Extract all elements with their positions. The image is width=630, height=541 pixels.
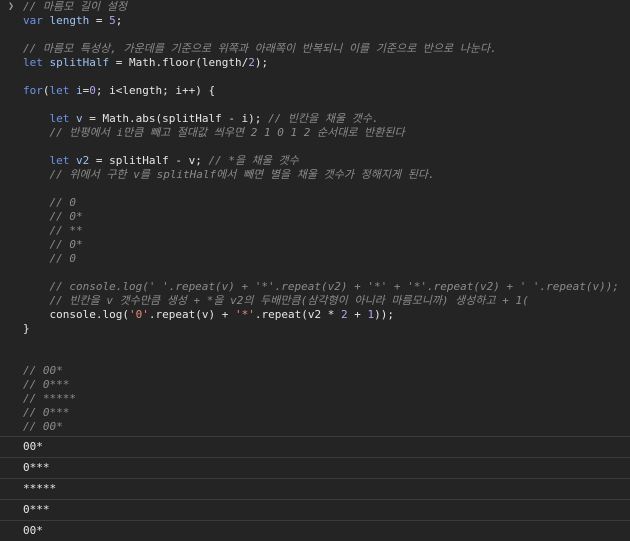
- code-token: =: [89, 14, 110, 27]
- code-line: // **: [23, 224, 83, 238]
- code-token: floor: [162, 56, 196, 69]
- code-token: // 0*: [23, 238, 83, 251]
- code-token: // 마름모 길이 설정: [23, 0, 127, 13]
- code-token: repeat: [155, 308, 196, 321]
- code-line: // 빈칸을 v 갯수만큼 생성 + *을 v2의 두배만큼(삼각형이 아니라 …: [23, 294, 529, 308]
- code-token: i: [76, 84, 83, 97]
- code-token: );: [254, 56, 269, 69]
- console-output-row: 00*: [0, 436, 630, 457]
- code-line: // console.log(' '.repeat(v) + '*'.repea…: [23, 280, 619, 294]
- code-token: splitHalf: [49, 56, 110, 69]
- code-token: 2: [340, 308, 348, 321]
- code-token: // 0***: [23, 378, 70, 391]
- console-output-row: 0***: [0, 457, 630, 478]
- code-token: +: [347, 308, 368, 321]
- code-token: = Math.: [109, 56, 163, 69]
- code-line: for(let i=0; i<length; i++) {: [23, 84, 215, 98]
- code-token: repeat: [261, 308, 302, 321]
- code-token: // *을 채울 갯수: [208, 154, 299, 167]
- code-line: console.log('0'.repeat(v) + '*'.repeat(v…: [23, 308, 394, 322]
- code-line: // 0*: [23, 210, 83, 224]
- code-token: log: [102, 308, 123, 321]
- code-line: }: [23, 322, 30, 336]
- code-line: // 0*: [23, 238, 83, 252]
- code-token: ));: [374, 308, 394, 321]
- code-token: '*': [234, 308, 255, 321]
- code-token: v: [75, 112, 83, 125]
- console-output-text: 00*: [23, 440, 43, 453]
- code-token: let: [23, 56, 50, 69]
- console-output-text: 0***: [23, 503, 50, 516]
- code-token: }: [23, 322, 30, 335]
- code-token: // 마름모 특성상, 가운데를 기준으로 위쪽과 아래쪽이 반복되니 이를 기…: [23, 42, 497, 55]
- code-token: // 빈칸을 v 갯수만큼 생성 + *을 v2의 두배만큼(삼각형이 아니라 …: [23, 294, 529, 307]
- code-line: // 0***: [23, 378, 69, 392]
- code-line: // 0: [23, 252, 76, 266]
- code-token: // 00*: [23, 420, 63, 433]
- code-token: length: [49, 14, 90, 27]
- code-token: ; i<length; i++) {: [95, 84, 216, 97]
- console-output-text: 00*: [23, 524, 43, 537]
- code-line: let splitHalf = Math.floor(length/2);: [23, 56, 268, 70]
- code-token: = splitHalf - v;: [89, 154, 209, 167]
- code-token: let: [49, 84, 76, 97]
- chevron-right-icon[interactable]: ❯: [8, 0, 18, 14]
- code-line: var length = 5;: [23, 14, 122, 28]
- console-output-text: *****: [23, 482, 57, 495]
- console-output-text: 0***: [23, 461, 50, 474]
- code-token: // 0: [23, 196, 76, 209]
- code-token: let: [23, 112, 76, 125]
- code-line: // 반평에서 i만큼 빼고 절대값 씌우면 2 1 0 1 2 순서대로 반환…: [23, 126, 405, 140]
- code-line: // 00*: [23, 420, 63, 434]
- code-token: // console.log(' '.repeat(v) + '*'.repea…: [23, 280, 620, 293]
- code-line: // 0***: [23, 406, 69, 420]
- code-token: var: [23, 14, 50, 27]
- code-line: // 0: [23, 196, 76, 210]
- code-token: // 반평에서 i만큼 빼고 절대값 씌우면 2 1 0 1 2 순서대로 반환…: [23, 126, 405, 139]
- code-line: // *****: [23, 392, 76, 406]
- code-token: for: [23, 84, 43, 97]
- code-token: (: [42, 84, 50, 97]
- code-token: // **: [23, 224, 83, 237]
- code-token: 5: [109, 14, 116, 27]
- code-token: (v2 *: [301, 308, 341, 321]
- code-token: // *****: [23, 392, 76, 405]
- code-token: (v) +: [195, 308, 235, 321]
- console-output-row: 00*: [0, 520, 630, 541]
- code-token: abs: [135, 112, 156, 125]
- code-token: // 위에서 구한 v를 splitHalf에서 빼면 별을 채울 갯수가 정해…: [23, 168, 435, 181]
- code-token: = Math.: [82, 112, 136, 125]
- code-line: // 위에서 구한 v를 splitHalf에서 빼면 별을 채울 갯수가 정해…: [23, 168, 435, 182]
- code-token: // 0: [23, 252, 76, 265]
- console-output-row: 0***: [0, 499, 630, 520]
- code-token: (length/: [195, 56, 249, 69]
- code-token: // 0*: [23, 210, 83, 223]
- code-token: (: [122, 308, 129, 321]
- code-token: (splitHalf - i);: [155, 112, 269, 125]
- code-token: v2: [75, 154, 90, 167]
- console-output-row: *****: [0, 478, 630, 499]
- code-line: // 00*: [23, 364, 63, 378]
- code-token: 0: [89, 84, 96, 97]
- code-token: let: [23, 154, 76, 167]
- code-token: 2: [248, 56, 255, 69]
- code-token: // 빈칸을 채울 갯수.: [268, 112, 379, 125]
- code-line: // 마름모 특성상, 가운데를 기준으로 위쪽과 아래쪽이 반복되니 이를 기…: [23, 42, 497, 56]
- code-token: // 0***: [23, 406, 70, 419]
- code-token: '0': [128, 308, 149, 321]
- code-token: // 00*: [23, 364, 63, 377]
- code-line: // 마름모 길이 설정: [23, 0, 127, 14]
- code-token: console.: [23, 308, 103, 321]
- code-line: let v = Math.abs(splitHalf - i); // 빈칸을 …: [23, 112, 379, 126]
- code-token: ;: [115, 14, 123, 27]
- code-line: let v2 = splitHalf - v; // *을 채울 갯수: [23, 154, 299, 168]
- devtools-console: ❯ // 마름모 길이 설정 var length = 5; // 마름모 특성상,…: [0, 0, 630, 541]
